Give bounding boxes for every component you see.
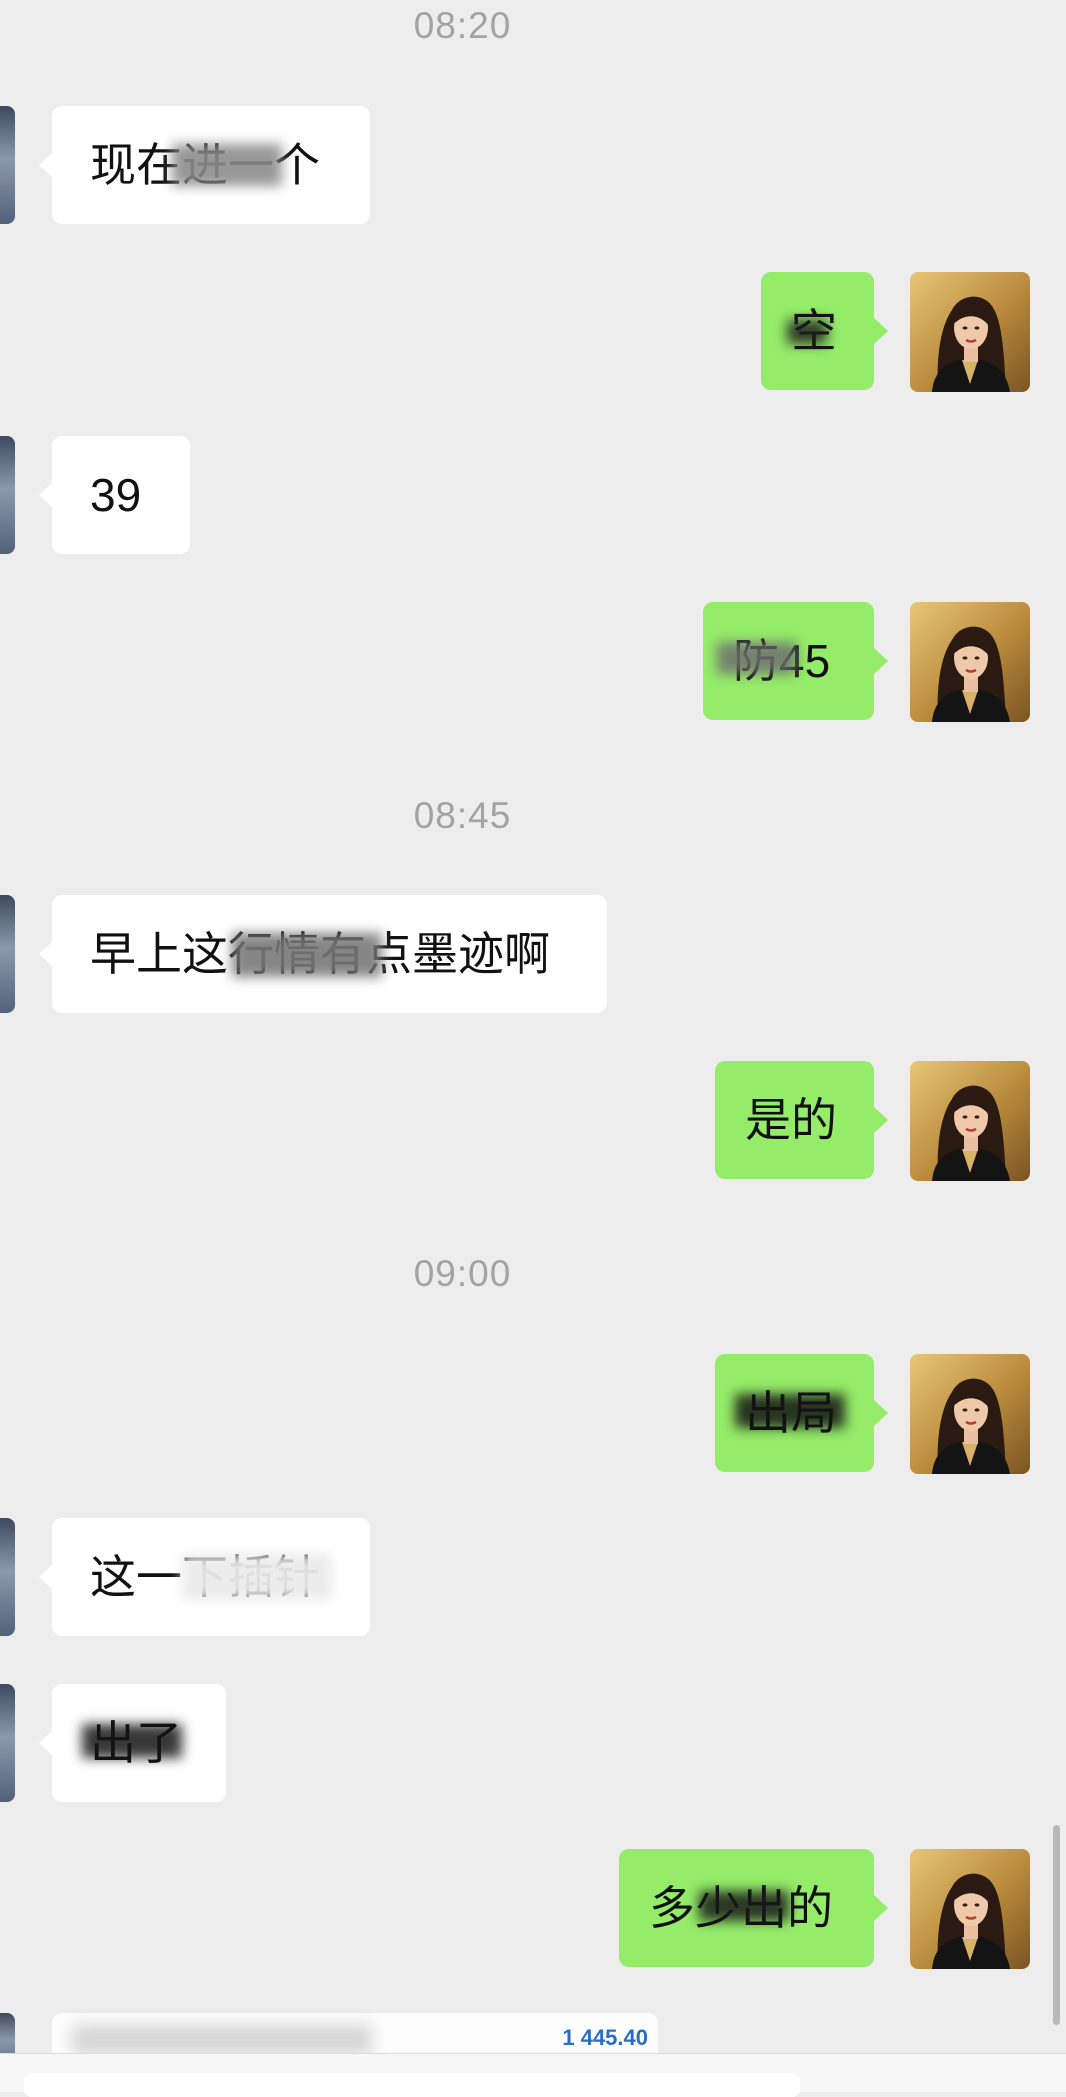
message-text: 现在进一个 <box>90 139 320 191</box>
woman-portrait-avatar-icon[interactable] <box>910 1849 1030 1969</box>
message-text: 39 <box>90 469 142 521</box>
message-input[interactable] <box>24 2073 800 2097</box>
timestamp: 08:20 <box>413 5 512 46</box>
contact-avatar-icon[interactable] <box>0 1518 15 1636</box>
message-row: 是的 <box>0 1061 1066 1179</box>
woman-portrait-avatar-icon[interactable] <box>910 1061 1030 1181</box>
message-row: 空 <box>0 272 1066 390</box>
message-text: 出了 <box>90 1717 182 1769</box>
contact-avatar-icon[interactable] <box>0 895 15 1013</box>
message-text: 空 <box>791 305 837 357</box>
message-bubble[interactable]: 多少出的 <box>619 1849 888 1967</box>
woman-portrait-avatar-icon[interactable] <box>910 602 1030 722</box>
chat-message-list[interactable]: 08:20 现在进一个 空 39 防45 08:45 早上这行情有点墨迹啊 是的… <box>0 0 1066 2073</box>
message-text: 早上这行情有点墨迹啊 <box>90 928 550 980</box>
message-bubble[interactable]: 39 <box>39 436 190 554</box>
message-bubble[interactable]: 防45 <box>703 602 888 720</box>
message-bubble[interactable]: 空 <box>761 272 888 390</box>
redaction-smudge <box>72 2025 372 2055</box>
message-bubble[interactable]: 是的 <box>715 1061 888 1179</box>
message-bubble[interactable]: 这一下插针 <box>39 1518 370 1636</box>
message-bubble[interactable]: 出局 <box>715 1354 888 1472</box>
message-row: 出局 <box>0 1354 1066 1472</box>
message-bubble[interactable]: 现在进一个 <box>39 106 370 224</box>
message-row: 防45 <box>0 602 1066 720</box>
amount-text: 1 445.40 <box>562 2025 648 2050</box>
contact-avatar-icon[interactable] <box>0 1684 15 1802</box>
message-row: 出了 <box>0 1684 1066 1802</box>
woman-portrait-avatar-icon[interactable] <box>910 1354 1030 1474</box>
message-text: 多少出的 <box>649 1882 833 1934</box>
message-row: 早上这行情有点墨迹啊 <box>0 895 1066 1013</box>
woman-portrait-avatar-icon[interactable] <box>910 272 1030 392</box>
message-row: 现在进一个 <box>0 106 1066 224</box>
message-row: 多少出的 <box>0 1849 1066 1967</box>
message-text: 出局 <box>745 1387 837 1439</box>
scrollbar[interactable] <box>1053 1825 1060 2025</box>
timestamp: 08:45 <box>413 795 512 836</box>
message-bubble[interactable]: 早上这行情有点墨迹啊 <box>39 895 607 1013</box>
message-row: 39 <box>0 436 1066 554</box>
message-text: 是的 <box>745 1094 837 1146</box>
timestamp: 09:00 <box>413 1253 512 1294</box>
message-row: 这一下插针 <box>0 1518 1066 1636</box>
message-bubble[interactable]: 出了 <box>39 1684 226 1802</box>
message-text: 防45 <box>733 635 831 687</box>
message-text: 这一下插针 <box>90 1551 320 1603</box>
contact-avatar-icon[interactable] <box>0 106 15 224</box>
contact-avatar-icon[interactable] <box>0 436 15 554</box>
